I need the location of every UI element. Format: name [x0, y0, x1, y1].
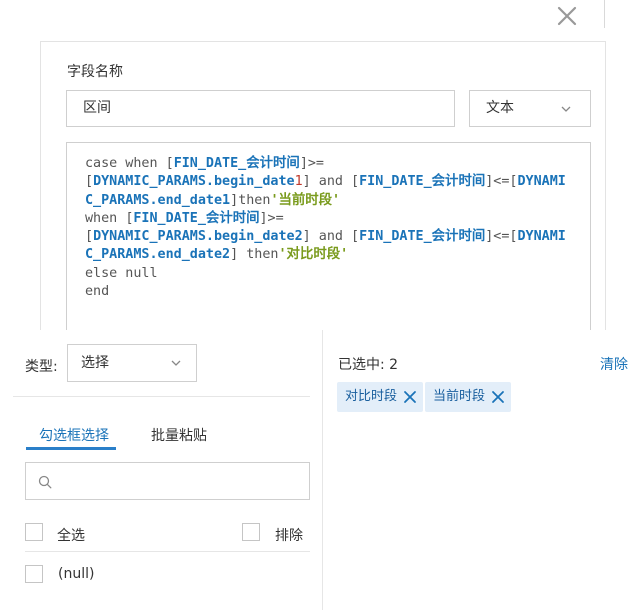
filter-mode-value: 选择	[81, 355, 109, 371]
expression-token: ]>=	[259, 210, 284, 226]
expression-token: ]	[302, 174, 311, 190]
expression-token: DYNAMIC_PARAMS.begin_date2	[93, 229, 303, 245]
expression-token: ]	[230, 192, 239, 208]
type-label: 类型:	[25, 359, 58, 375]
exclude-label: 排除	[275, 528, 303, 544]
clear-button[interactable]: 清除	[600, 354, 628, 374]
expression-token: ]<=[	[485, 229, 518, 245]
expression-token: ]	[230, 247, 239, 263]
expression-token: ]<=[	[485, 174, 518, 190]
filter-mode-select[interactable]: 选择	[67, 344, 197, 382]
select-all-label: 全选	[57, 528, 85, 544]
divider	[13, 396, 310, 397]
expression-token: [	[85, 174, 94, 190]
search-box	[25, 462, 310, 500]
expression-token: when	[85, 210, 118, 226]
expression-editor[interactable]: case when [FIN_DATE_会计时间]>= [DYNAMIC_PAR…	[66, 142, 591, 331]
field-editor-panel: 字段名称 区间 文本 case when [FIN_DATE_会计时间]>= […	[40, 41, 606, 331]
expression-token: [	[351, 174, 360, 190]
chevron-down-icon	[561, 106, 571, 112]
expression-token: FIN_DATE_会计时间	[359, 229, 486, 245]
tab-checkbox-select[interactable]: 勾选框选择	[39, 425, 109, 445]
field-name-label: 字段名称	[67, 64, 123, 80]
expression-token: and	[310, 229, 352, 245]
chevron-down-icon	[171, 360, 181, 366]
divider	[322, 330, 323, 610]
close-icon[interactable]	[556, 5, 578, 27]
search-input[interactable]	[60, 463, 300, 499]
expression-token: FIN_DATE_会计时间	[359, 174, 486, 190]
expression-token: [	[351, 229, 360, 245]
selected-tag-label: 对比时段	[345, 389, 398, 404]
expression-token: else null end	[85, 265, 158, 300]
expression-token: [	[165, 156, 174, 171]
expression-token: [	[85, 229, 94, 245]
expression-token: '当前时段'	[270, 192, 341, 208]
option-checkbox-null[interactable]	[25, 565, 43, 583]
option-label-null: (null)	[58, 566, 95, 582]
active-tab-indicator	[26, 447, 116, 450]
expression-token: ]>=	[299, 156, 324, 171]
divider	[25, 551, 310, 552]
expression-token: then	[238, 247, 279, 263]
calculated-field-dialog: 字段名称 区间 文本 case when [FIN_DATE_会计时间]>= […	[0, 0, 637, 331]
tab-batch-paste[interactable]: 批量粘贴	[151, 425, 207, 445]
tag-remove-icon[interactable]	[403, 390, 417, 404]
field-name-input[interactable]: 区间	[66, 90, 455, 127]
selected-tag: 对比时段	[337, 382, 424, 412]
expression-token: '对比时段'	[278, 247, 349, 263]
expression-token: 1	[294, 174, 303, 190]
field-type-select[interactable]: 文本	[469, 90, 591, 127]
select-all-checkbox[interactable]	[25, 523, 43, 541]
expression-token: DYNAMIC_PARAMS.begin_date	[93, 174, 295, 190]
expression-token: then	[238, 192, 271, 208]
expression-token: FIN_DATE_会计时间	[173, 156, 300, 171]
tag-remove-icon[interactable]	[491, 390, 505, 404]
expression-token: and	[310, 174, 352, 190]
search-icon	[38, 475, 52, 489]
selected-count: 已选中: 2	[338, 357, 399, 373]
field-type-value: 文本	[486, 100, 514, 116]
selected-tag-label: 当前时段	[433, 389, 486, 404]
filter-panel: 类型: 选择 勾选框选择 批量粘贴 全选 排除 (null) 已选中: 2 清除…	[0, 330, 637, 610]
selected-tag: 当前时段	[425, 382, 512, 412]
exclude-checkbox[interactable]	[242, 523, 260, 541]
expression-token: ]	[302, 229, 311, 245]
expression-token: FIN_DATE_会计时间	[133, 210, 260, 226]
expression-token: case when	[85, 156, 166, 171]
dialog-edge	[604, 0, 605, 28]
